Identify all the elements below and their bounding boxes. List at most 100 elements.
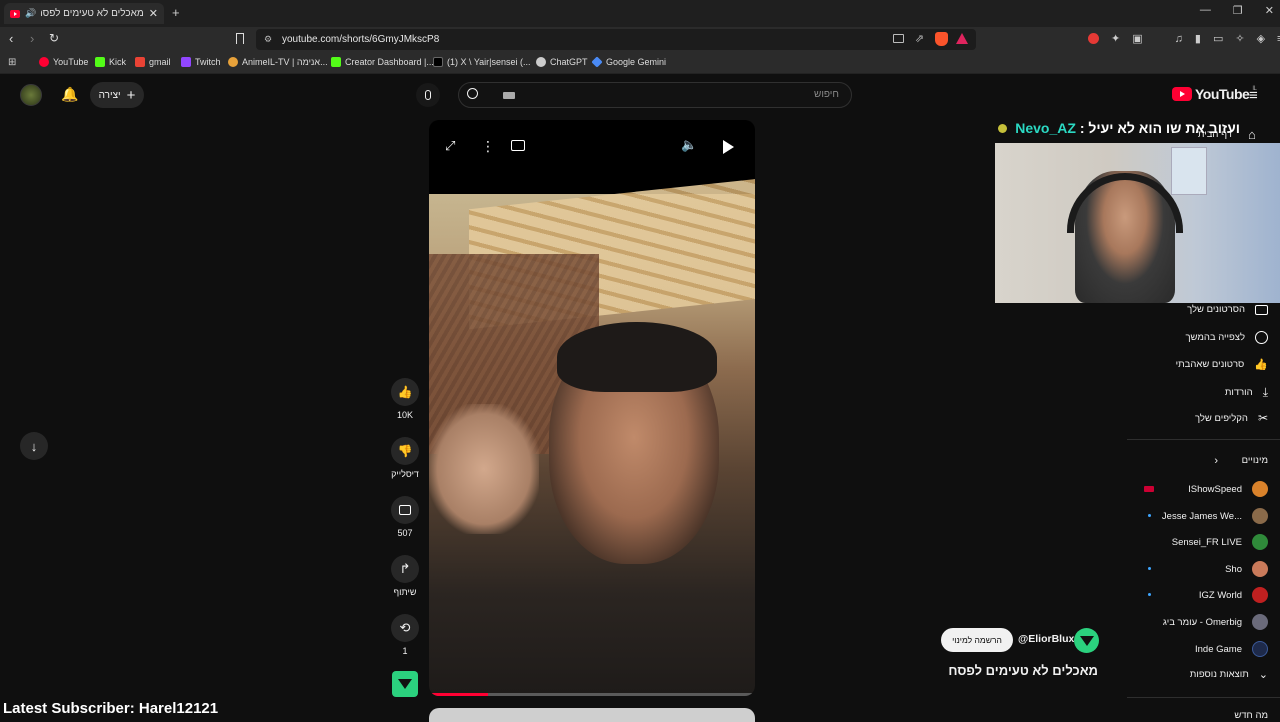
sidebar-item-sho[interactable]: Sho xyxy=(1225,561,1268,577)
close-window-icon[interactable]: ✕ xyxy=(1265,4,1274,17)
sidebar-divider xyxy=(1127,439,1280,440)
dislike-button[interactable]: 👎 xyxy=(391,437,419,465)
profile-avatar[interactable] xyxy=(20,84,42,106)
sidebar-item-your-clips[interactable]: הקליפים שלך ✂ xyxy=(1195,411,1268,425)
bookmark-label: (1) X \ Yair|sensei (... xyxy=(447,57,531,67)
new-content-dot xyxy=(1148,593,1151,596)
shorts-video-player[interactable]: ⤢ ⋮ 🔈 xyxy=(429,120,755,696)
bookmark-animeil[interactable]: AnimeIL-TV | אנימה... xyxy=(228,57,328,67)
voice-search-button[interactable] xyxy=(416,83,440,107)
play-icon[interactable] xyxy=(723,140,734,154)
share-page-icon[interactable]: ⇗ xyxy=(915,32,924,45)
sidebar-item-omerbig[interactable]: עומר ביג - Omerbig xyxy=(1163,614,1268,630)
like-count: 10K xyxy=(396,410,413,420)
minimize-icon[interactable]: — xyxy=(1200,4,1211,17)
dislike-action[interactable]: 👎 דיסלייק xyxy=(391,437,419,479)
chat-username: Nevo_AZ xyxy=(1015,120,1076,136)
bookmark-icon[interactable] xyxy=(236,33,244,44)
screenshot-extension-icon[interactable]: ▣ xyxy=(1132,32,1142,45)
avatar xyxy=(1252,508,1268,524)
bookmark-chatgpt[interactable]: ChatGPT xyxy=(536,57,588,67)
brave-shield-icon[interactable] xyxy=(935,32,948,46)
search-icon[interactable] xyxy=(467,88,478,99)
cast-icon[interactable] xyxy=(893,34,904,43)
bookmark-label: Kick xyxy=(109,57,127,67)
sidebar-item-watch-later[interactable]: לצפייה בהמשך xyxy=(1185,331,1268,344)
puzzle-extension-icon[interactable]: ✦ xyxy=(1111,32,1120,45)
hamburger-menu-icon[interactable]: ≡ xyxy=(1249,87,1258,104)
channel-avatar-small[interactable] xyxy=(392,671,418,697)
youtube-logo[interactable]: YouTube IL xyxy=(1172,86,1257,102)
volume-icon[interactable]: 🔈 xyxy=(681,137,697,153)
search-input-placeholder: חיפוש xyxy=(814,89,839,100)
bookmark-label: Twitch xyxy=(195,57,221,67)
browser-tab[interactable]: 🔊 מאכלים לא טעימים לפסח - e... ✕ xyxy=(4,3,164,24)
comments-button[interactable] xyxy=(391,496,419,524)
fullscreen-icon[interactable]: ⤢ xyxy=(445,138,455,154)
forward-icon[interactable]: › xyxy=(30,31,34,46)
video-progress-bar[interactable] xyxy=(429,693,755,696)
brave-rewards-icon[interactable] xyxy=(956,33,968,44)
x-icon xyxy=(433,57,443,67)
like-action[interactable]: 👍 10K xyxy=(391,378,419,420)
sidebar-item-ishowspeed[interactable]: IShowSpeed xyxy=(1188,481,1268,497)
like-button[interactable]: 👍 xyxy=(391,378,419,406)
sidebar-item-downloads[interactable]: הורדות ⤓ xyxy=(1225,385,1268,400)
wallet-icon[interactable]: ▭ xyxy=(1213,32,1223,45)
site-info-icon[interactable]: ⚙ xyxy=(264,34,272,45)
bookmark-x[interactable]: (1) X \ Yair|sensei (... xyxy=(433,57,531,67)
subscriptions-heading[interactable]: מינויים › xyxy=(1214,455,1268,467)
notifications-bell-icon[interactable]: 🔔 xyxy=(61,86,78,103)
new-tab-icon[interactable]: + xyxy=(172,5,180,20)
bookmark-creator-dashboard[interactable]: Creator Dashboard |... xyxy=(331,57,434,67)
home-icon[interactable]: ⌂ xyxy=(1248,127,1256,142)
share-action[interactable]: ↱ שיתוף xyxy=(391,555,419,597)
sidebar-item-liked-videos[interactable]: סרטונים שאהבתי 👍 xyxy=(1176,358,1268,371)
live-icon xyxy=(1144,486,1154,492)
remix-action[interactable]: ⟲ 1 xyxy=(391,614,419,656)
address-bar[interactable]: ⚙ youtube.com/shorts/6GmyJMkscP8 ⇗ xyxy=(256,29,976,50)
sidebar-item-your-videos[interactable]: הסרטונים שלך xyxy=(1187,304,1268,315)
speaker-icon[interactable]: 🔊 xyxy=(25,8,36,19)
comments-action[interactable]: 507 xyxy=(391,496,419,538)
thumb-down-icon: 👎 xyxy=(397,444,413,458)
comment-count: 507 xyxy=(397,528,413,538)
sidebar-item-igz-world[interactable]: IGZ World xyxy=(1199,587,1268,603)
sidebar-item-label: Jesse James We... xyxy=(1161,510,1242,522)
sidebar-item-jesse-james[interactable]: Jesse James We... xyxy=(1162,508,1268,524)
reload-icon[interactable]: ↻ xyxy=(49,31,59,45)
bookmark-kick[interactable]: Kick xyxy=(95,57,126,67)
sidebar-toggle-icon[interactable]: ▮ xyxy=(1195,32,1201,45)
chatgpt-icon xyxy=(536,57,546,67)
show-more-subscriptions[interactable]: תוצאות נוספות ⌄ xyxy=(1190,668,1268,681)
music-icon[interactable]: ♫ xyxy=(1175,33,1183,45)
back-icon[interactable]: ‹ xyxy=(9,31,13,46)
remix-button[interactable]: ⟲ xyxy=(391,614,419,642)
sidebar-item-sensei-fr[interactable]: Sensei_FR LIVE xyxy=(1172,534,1268,550)
create-button[interactable]: יצירה + xyxy=(90,82,144,108)
apps-grid-icon[interactable]: ⊞ xyxy=(8,57,16,68)
bookmark-twitch[interactable]: Twitch xyxy=(181,57,221,67)
channel-avatar[interactable] xyxy=(1074,628,1099,653)
sidebar-item-inde-game[interactable]: Inde Game xyxy=(1195,641,1268,657)
more-options-icon[interactable]: ⋮ xyxy=(481,138,495,155)
search-box[interactable]: חיפוש xyxy=(458,82,852,108)
restore-icon[interactable]: ❐ xyxy=(1233,4,1243,17)
share-button[interactable]: ↱ xyxy=(391,555,419,583)
sidebar-whats-new[interactable]: מה חדש xyxy=(1234,710,1268,721)
bookmark-gemini[interactable]: Google Gemini xyxy=(591,56,666,68)
captions-icon[interactable] xyxy=(511,140,525,151)
channel-handle[interactable]: @EliorBlux xyxy=(1018,633,1074,645)
subscribe-button[interactable]: הרשמה למינוי xyxy=(941,628,1013,652)
vpn-icon[interactable]: ◈ xyxy=(1257,32,1265,45)
bookmark-youtube[interactable]: YouTube xyxy=(39,57,88,67)
sidebar-item-label: הסרטונים שלך xyxy=(1187,304,1245,315)
ai-assistant-icon[interactable]: ✧ xyxy=(1235,32,1244,45)
hand-image xyxy=(429,404,539,534)
keyboard-icon[interactable] xyxy=(503,92,515,99)
record-extension-icon[interactable] xyxy=(1088,33,1099,44)
close-tab-icon[interactable]: ✕ xyxy=(149,7,158,20)
bookmark-gmail[interactable]: gmail xyxy=(135,57,171,67)
scroll-down-button[interactable]: ↓ xyxy=(20,432,48,460)
streamer-webcam-overlay xyxy=(995,143,1280,303)
